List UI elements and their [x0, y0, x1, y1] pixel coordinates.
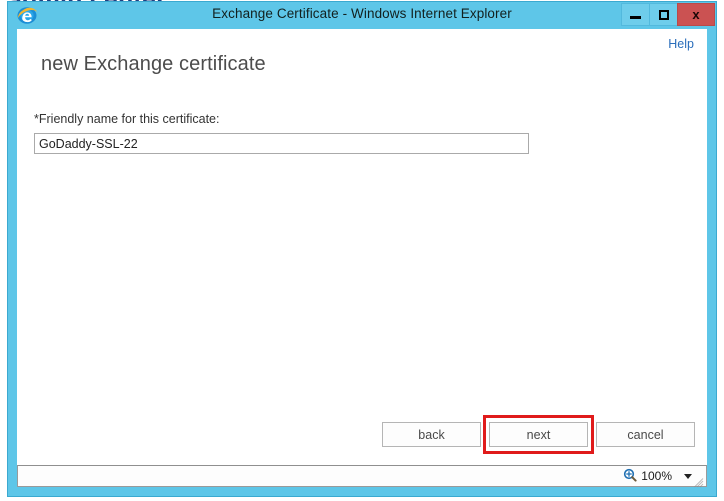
maximize-button[interactable] [649, 3, 678, 26]
zoom-control[interactable]: 100% [623, 468, 692, 485]
statusbar: 100% [17, 465, 707, 488]
next-button-slot: next [483, 415, 594, 454]
cancel-button-slot: cancel [596, 422, 695, 447]
dialog-content: Help new Exchange certificate *Friendly … [17, 29, 707, 465]
window-titlebar[interactable]: Exchange Certificate - Windows Internet … [8, 2, 716, 29]
cancel-button[interactable]: cancel [596, 422, 695, 447]
minimize-button[interactable] [621, 3, 650, 26]
magnifier-plus-icon [623, 468, 637, 485]
page-title: new Exchange certificate [41, 53, 266, 75]
next-button[interactable]: next [489, 422, 588, 447]
dialog-button-row: back next cancel [382, 415, 695, 454]
statusbar-wrapper: 100% [8, 465, 716, 496]
help-link[interactable]: Help [668, 37, 694, 51]
maximize-icon [658, 9, 669, 20]
back-button[interactable]: back [382, 422, 481, 447]
zoom-level-label: 100% [641, 469, 672, 483]
friendly-name-input[interactable] [34, 133, 529, 154]
back-button-slot: back [382, 422, 481, 447]
minimize-icon [630, 16, 641, 19]
window-title: Exchange Certificate - Windows Internet … [212, 6, 512, 21]
window-client-wrapper: Help new Exchange certificate *Friendly … [8, 29, 716, 465]
internet-explorer-icon [16, 5, 38, 26]
window-controls: x [621, 3, 715, 26]
resize-grip-icon[interactable] [694, 475, 704, 488]
friendly-name-label: *Friendly name for this certificate: [34, 112, 220, 126]
internet-explorer-window: Exchange Certificate - Windows Internet … [7, 1, 717, 497]
chevron-down-icon[interactable] [684, 473, 692, 479]
close-button[interactable]: x [677, 3, 715, 26]
